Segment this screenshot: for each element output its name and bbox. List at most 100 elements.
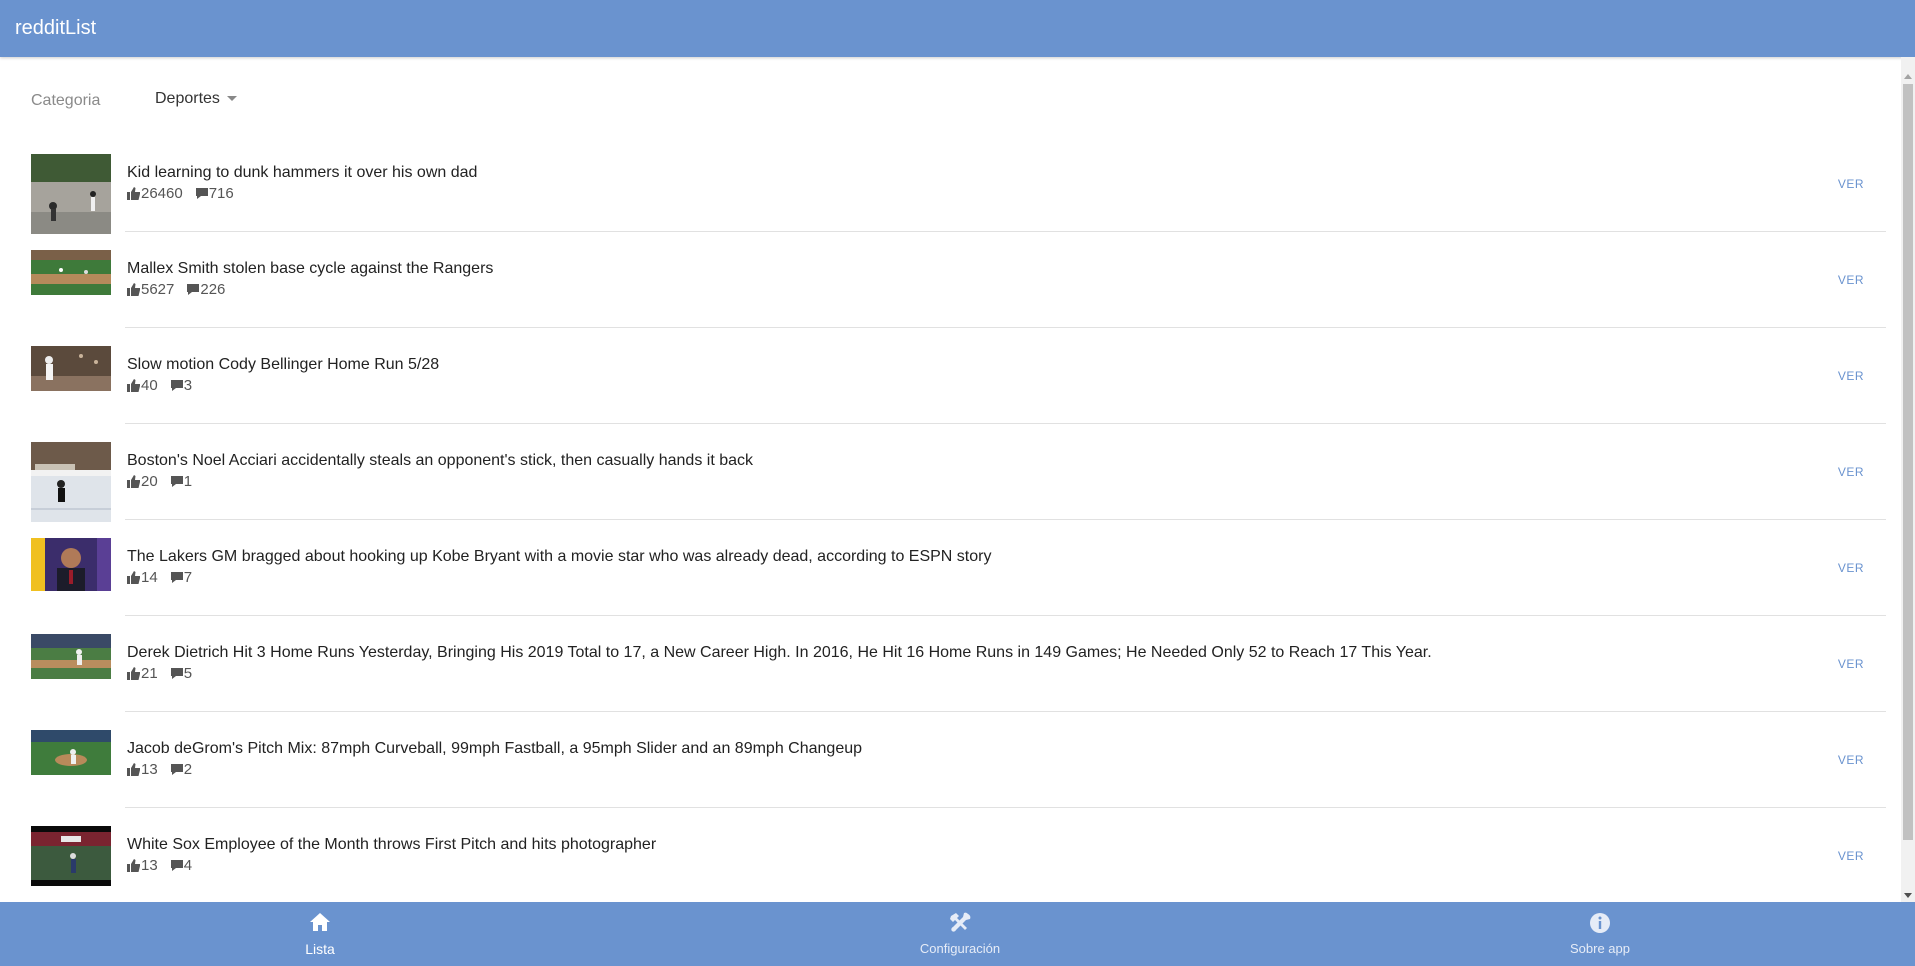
post-comments: 1	[170, 473, 192, 490]
post-likes: 13	[127, 761, 158, 778]
tab-configuracion[interactable]: Configuración	[640, 902, 1280, 966]
post-thumbnail[interactable]	[31, 442, 111, 522]
post-thumbnail[interactable]	[31, 250, 111, 295]
view-post-button[interactable]: VER	[1838, 561, 1864, 575]
post-title: The Lakers GM bragged about hooking up K…	[127, 548, 992, 565]
post-title: Kid learning to dunk hammers it over his…	[127, 164, 478, 181]
category-select[interactable]: Deportes	[155, 90, 237, 108]
post-likes: 26460	[127, 185, 183, 202]
list-item: Mallex Smith stolen base cycle against t…	[31, 232, 1886, 328]
category-filter: Categoria Deportes	[0, 85, 1900, 115]
post-thumbnail[interactable]	[31, 826, 111, 886]
post-likes: 5627	[127, 281, 174, 298]
info-icon	[1590, 913, 1610, 933]
view-post-button[interactable]: VER	[1838, 753, 1864, 767]
post-stats: 13 4	[127, 857, 192, 874]
post-thumbnail[interactable]	[31, 634, 111, 679]
view-post-button[interactable]: VER	[1838, 465, 1864, 479]
comment-icon	[170, 764, 183, 775]
comments-count: 716	[208, 185, 234, 202]
post-stats: 14 7	[127, 569, 192, 586]
post-stats: 40 3	[127, 377, 192, 394]
post-comments: 716	[195, 185, 234, 202]
post-stats: 5627 226	[127, 281, 225, 298]
post-likes: 14	[127, 569, 158, 586]
post-thumbnail[interactable]	[31, 538, 111, 591]
post-thumbnail[interactable]	[31, 154, 111, 234]
post-stats: 13 2	[127, 761, 192, 778]
bottom-navigation: Lista Configuración Sobre app	[0, 902, 1915, 966]
app-header: redditList	[0, 0, 1915, 57]
list-item: Boston's Noel Acciari accidentally steal…	[31, 424, 1886, 522]
post-comments: 7	[170, 569, 192, 586]
post-title: White Sox Employee of the Month throws F…	[127, 836, 657, 853]
comments-count: 2	[183, 761, 193, 778]
comments-count: 3	[183, 377, 193, 394]
comment-icon	[170, 860, 183, 871]
tools-icon	[950, 912, 971, 932]
post-title: Jacob deGrom's Pitch Mix: 87mph Curvebal…	[127, 740, 863, 757]
tab-label: Configuración	[919, 941, 1001, 956]
comment-icon	[187, 284, 200, 295]
vertical-scrollbar[interactable]	[1901, 57, 1915, 902]
tab-sobre-app[interactable]: Sobre app	[1280, 902, 1915, 966]
scrollbar-thumb[interactable]	[1903, 84, 1913, 840]
thumbs-up-icon	[127, 187, 140, 200]
comment-icon	[170, 380, 183, 391]
likes-count: 21	[141, 665, 158, 682]
list-item: Jacob deGrom's Pitch Mix: 87mph Curvebal…	[31, 712, 1886, 808]
likes-count: 20	[141, 473, 158, 490]
post-stats: 21 5	[127, 665, 192, 682]
comments-count: 4	[183, 857, 193, 874]
comment-icon	[195, 188, 208, 199]
scroll-up-arrow-icon[interactable]	[1904, 74, 1912, 79]
post-thumbnail[interactable]	[31, 346, 111, 391]
comment-icon	[170, 668, 183, 679]
thumbs-up-icon	[127, 571, 140, 584]
comment-icon	[170, 572, 183, 583]
post-likes: 13	[127, 857, 158, 874]
list-item: Derek Dietrich Hit 3 Home Runs Yesterday…	[31, 616, 1886, 712]
thumbs-up-icon	[127, 763, 140, 776]
post-title: Mallex Smith stolen base cycle against t…	[127, 260, 494, 277]
tab-label: Lista	[305, 941, 335, 957]
post-thumbnail[interactable]	[31, 730, 111, 775]
likes-count: 13	[141, 761, 158, 778]
likes-count: 13	[141, 857, 158, 874]
view-post-button[interactable]: VER	[1838, 273, 1864, 287]
post-list: Kid learning to dunk hammers it over his…	[0, 136, 1900, 902]
post-title: Derek Dietrich Hit 3 Home Runs Yesterday…	[127, 644, 1432, 661]
post-comments: 226	[186, 281, 225, 298]
app-title: redditList	[15, 17, 97, 39]
view-post-button[interactable]: VER	[1838, 369, 1864, 383]
list-item: Slow motion Cody Bellinger Home Run 5/28…	[31, 328, 1886, 424]
view-post-button[interactable]: VER	[1838, 177, 1864, 191]
comments-count: 226	[200, 281, 226, 298]
post-comments: 2	[170, 761, 192, 778]
likes-count: 40	[141, 377, 158, 394]
likes-count: 5627	[141, 281, 175, 298]
comments-count: 7	[183, 569, 193, 586]
post-likes: 20	[127, 473, 158, 490]
category-selected-value: Deportes	[155, 90, 220, 107]
post-comments: 5	[170, 665, 192, 682]
comment-icon	[170, 476, 183, 487]
tab-lista[interactable]: Lista	[0, 902, 640, 966]
comments-count: 5	[183, 665, 193, 682]
tab-label: Sobre app	[1570, 941, 1630, 956]
thumbs-up-icon	[127, 667, 140, 680]
list-item: Kid learning to dunk hammers it over his…	[31, 136, 1886, 234]
thumbs-up-icon	[127, 283, 140, 296]
thumbs-up-icon	[127, 859, 140, 872]
list-item: White Sox Employee of the Month throws F…	[31, 808, 1886, 902]
post-title: Boston's Noel Acciari accidentally steal…	[127, 452, 754, 469]
home-icon	[310, 913, 330, 931]
post-comments: 3	[170, 377, 192, 394]
post-comments: 4	[170, 857, 192, 874]
view-post-button[interactable]: VER	[1838, 849, 1864, 863]
view-post-button[interactable]: VER	[1838, 657, 1864, 671]
category-label: Categoria	[31, 92, 101, 109]
scroll-down-arrow-icon[interactable]	[1904, 893, 1912, 898]
main-content: Categoria Deportes Kid learning to dunk …	[0, 57, 1901, 902]
caret-down-icon	[226, 96, 237, 102]
